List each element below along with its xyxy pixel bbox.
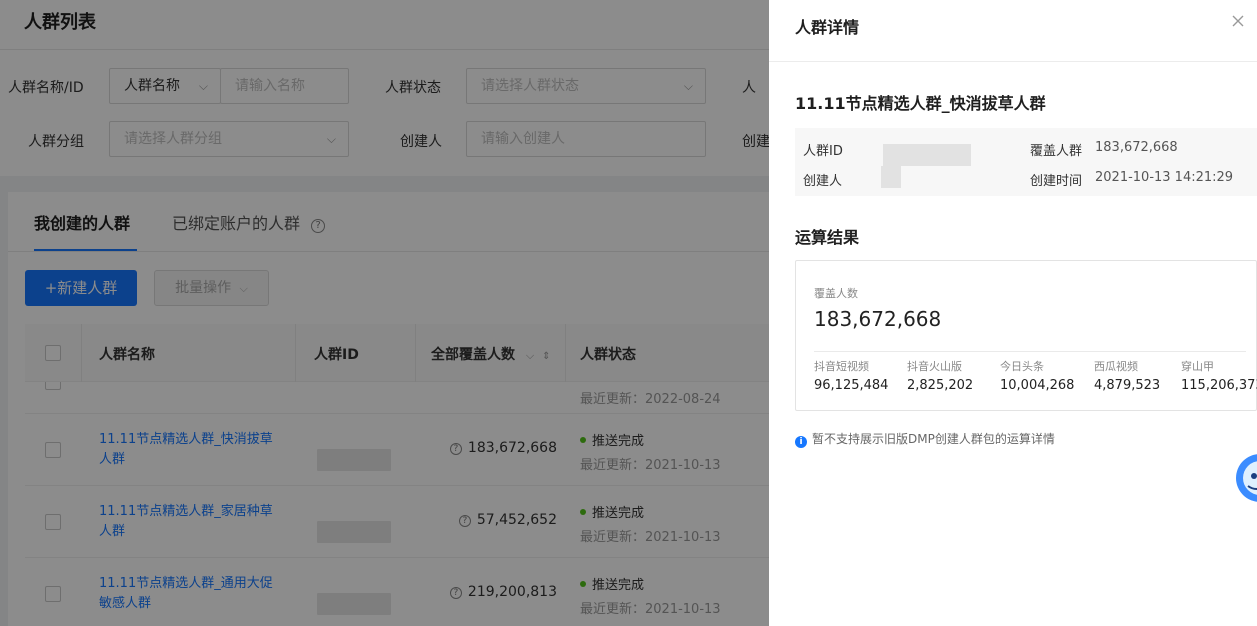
- platform-huoshan: 抖音火山版 2,825,202: [907, 359, 973, 397]
- platform-name: 抖音火山版: [907, 360, 962, 373]
- audience-detail-drawer: 人群详情 11.11节点精选人群_快消拔草人群 人群ID 创建人 覆盖人群 18…: [769, 0, 1257, 626]
- creator-redacted: [881, 166, 901, 188]
- audience-id-redacted: [883, 144, 971, 166]
- drawer-title: 人群详情: [795, 18, 860, 37]
- info-icon: i: [795, 436, 807, 448]
- platform-value: 115,206,373: [1181, 378, 1257, 393]
- result-card: 覆盖人数 183,672,668 抖音短视频 96,125,484 抖音火山版 …: [795, 260, 1257, 411]
- platform-name: 西瓜视频: [1094, 360, 1138, 373]
- platform-xigua: 西瓜视频 4,879,523: [1094, 359, 1160, 397]
- audience-id-label: 人群ID: [803, 144, 843, 159]
- coverage-label: 覆盖人群: [1030, 144, 1083, 159]
- result-section-title: 运算结果: [795, 228, 860, 247]
- audience-name-title: 11.11节点精选人群_快消拔草人群: [795, 94, 1046, 113]
- unsupported-notice: i 暂不支持展示旧版DMP创建人群包的运算详情: [795, 430, 1055, 448]
- platform-pangle: 穿山甲 115,206,373: [1181, 359, 1257, 397]
- platform-name: 穿山甲: [1181, 360, 1214, 373]
- unsupported-notice-text: 暂不支持展示旧版DMP创建人群包的运算详情: [812, 432, 1055, 446]
- platform-value: 10,004,268: [1000, 378, 1075, 393]
- platform-toutiao: 今日头条 10,004,268: [1000, 359, 1074, 397]
- platform-name: 今日头条: [1000, 360, 1044, 373]
- platform-value: 2,825,202: [907, 378, 974, 393]
- total-coverage-label: 覆盖人数: [814, 287, 858, 300]
- created-time-value: 2021-10-13 14:21:29: [1095, 170, 1234, 185]
- close-icon[interactable]: [1229, 12, 1247, 30]
- result-divider: [814, 351, 1246, 352]
- coverage-value: 183,672,668: [1095, 140, 1178, 155]
- platform-value: 4,879,523: [1094, 378, 1161, 393]
- creator-label: 创建人: [803, 174, 843, 189]
- total-coverage-value: 183,672,668: [814, 307, 942, 331]
- created-time-label: 创建时间: [1030, 174, 1083, 189]
- platform-value: 96,125,484: [814, 378, 889, 393]
- assistant-avatar-icon[interactable]: [1234, 448, 1257, 510]
- drawer-header: 人群详情: [769, 0, 1257, 62]
- platform-douyin: 抖音短视频 96,125,484: [814, 359, 888, 397]
- platform-name: 抖音短视频: [814, 360, 869, 373]
- audience-info-box: 人群ID 创建人 覆盖人群 183,672,668 创建时间 2021-10-1…: [795, 128, 1257, 196]
